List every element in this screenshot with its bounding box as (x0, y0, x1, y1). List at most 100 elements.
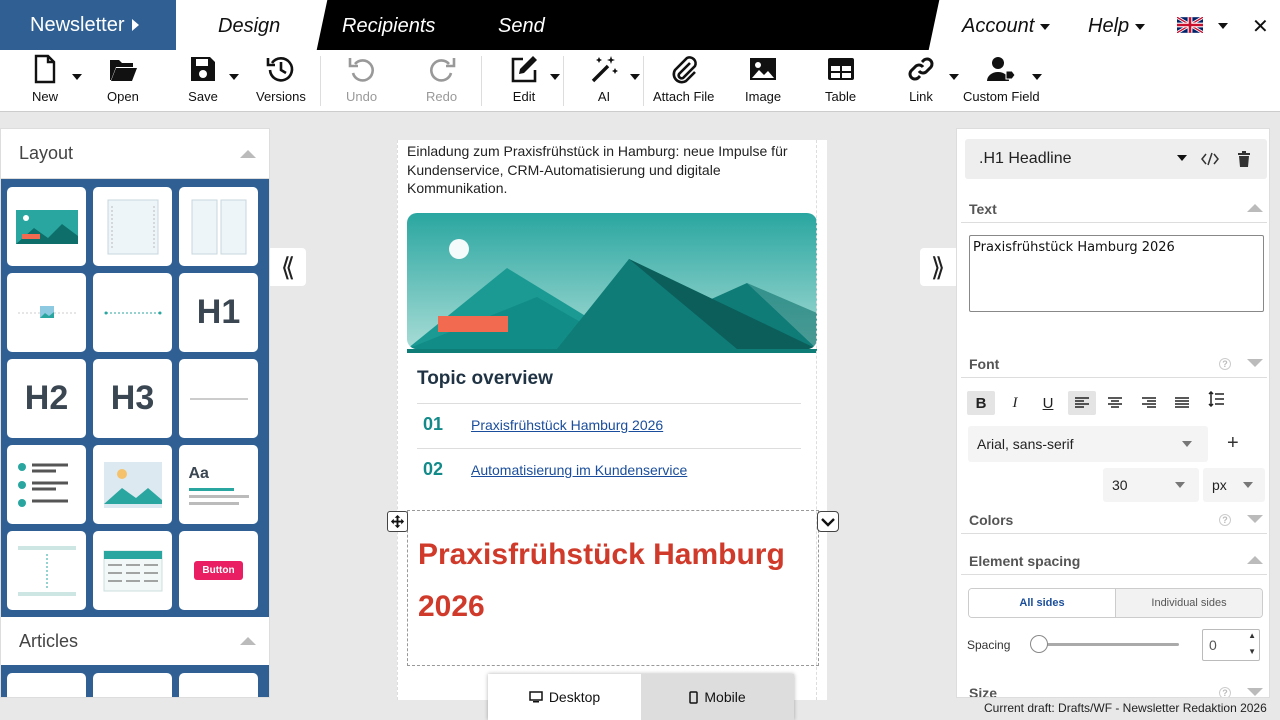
spacing-slider-track[interactable] (1039, 643, 1179, 646)
tab-recipients[interactable]: Recipients (342, 15, 435, 38)
colors-section-header[interactable]: Colors ? (961, 506, 1267, 534)
collapse-up-icon[interactable] (240, 150, 256, 158)
code-icon[interactable] (1201, 152, 1219, 166)
topic-overview-title[interactable]: Topic overview (417, 368, 553, 390)
ai-button[interactable]: AI (589, 54, 619, 104)
edit-caret-icon[interactable] (550, 74, 560, 80)
font-unit-select[interactable]: px (1203, 468, 1265, 502)
intro-text[interactable]: Einladung zum Praxisfrühstück in Hamburg… (407, 142, 807, 198)
block-checklist[interactable] (7, 445, 86, 524)
account-menu[interactable]: Account (962, 15, 1051, 38)
block-h1[interactable]: H1 (179, 273, 258, 352)
block-image[interactable] (7, 273, 86, 352)
headline-text-field[interactable]: Praxisfrühstück Hamburg 2026 (969, 235, 1264, 312)
italic-button[interactable]: I (1001, 391, 1029, 415)
size-section-header[interactable]: Size ? (961, 679, 1267, 697)
font-family-select[interactable]: Arial, sans-serif (968, 426, 1208, 462)
open-button[interactable]: Open (107, 54, 139, 104)
trash-icon[interactable] (1237, 151, 1251, 167)
ai-caret-icon[interactable] (630, 74, 640, 80)
collapse-up-icon[interactable] (1247, 556, 1263, 564)
add-font-icon[interactable]: + (1227, 432, 1239, 455)
increment-icon[interactable]: ▲ (1248, 631, 1256, 640)
element-type-select[interactable]: .H1 Headline (965, 139, 1267, 179)
link-caret-icon[interactable] (949, 74, 959, 80)
blocks-panel: Layout H1 H2 H3 Aa Button Articles (0, 128, 270, 698)
article-tile[interactable] (93, 673, 172, 697)
font-size-select[interactable]: 30 (1103, 468, 1199, 502)
expand-down-icon[interactable] (1247, 688, 1263, 696)
redo-button[interactable]: Redo (426, 54, 457, 104)
hero-image[interactable] (407, 213, 817, 353)
underline-button[interactable]: U (1034, 391, 1062, 415)
help-icon[interactable]: ? (1219, 358, 1231, 370)
layout-section-header[interactable]: Layout (1, 129, 269, 179)
help-icon[interactable]: ? (1219, 514, 1231, 526)
edit-button[interactable]: Edit (509, 54, 539, 104)
collapse-up-icon[interactable] (1247, 204, 1263, 212)
expand-down-icon[interactable] (1247, 359, 1263, 367)
language-caret-icon[interactable] (1218, 23, 1228, 29)
block-table[interactable] (93, 531, 172, 610)
text-section-header[interactable]: Text (961, 195, 1267, 223)
desktop-view-button[interactable]: Desktop (488, 674, 641, 720)
block-h2[interactable]: H2 (7, 359, 86, 438)
custom-field-caret-icon[interactable] (1032, 74, 1042, 80)
articles-section-header[interactable]: Articles (1, 617, 269, 665)
table-button[interactable]: Table (825, 54, 856, 104)
block-options-chevron-icon[interactable] (817, 511, 839, 532)
all-sides-option[interactable]: All sides (969, 589, 1115, 617)
versions-button[interactable]: Versions (256, 54, 306, 104)
move-handle-icon[interactable] (387, 511, 408, 532)
link-button[interactable]: Link (906, 54, 936, 104)
block-two-columns[interactable] (179, 187, 258, 266)
block-horizontal-line[interactable] (179, 359, 258, 438)
attach-file-button[interactable]: Attach File (653, 54, 714, 104)
image-button[interactable]: Image (745, 54, 781, 104)
article-tile[interactable] (7, 673, 86, 697)
block-image-card[interactable] (93, 445, 172, 524)
align-right-button[interactable] (1135, 391, 1163, 415)
h1-headline[interactable]: Praxisfrühstück Hamburg 2026 (418, 529, 798, 633)
mobile-view-button[interactable]: Mobile (641, 674, 794, 720)
expand-down-icon[interactable] (1247, 515, 1263, 523)
decrement-icon[interactable]: ▼ (1248, 647, 1256, 656)
collapse-left-panel-icon[interactable]: ⟪ (270, 248, 306, 286)
new-caret-icon[interactable] (72, 74, 82, 80)
brand-menu[interactable]: Newsletter (0, 0, 176, 50)
block-one-column[interactable] (93, 187, 172, 266)
spacing-section-header[interactable]: Element spacing (961, 547, 1267, 575)
block-image-banner[interactable] (7, 187, 86, 266)
individual-sides-option[interactable]: Individual sides (1115, 589, 1262, 617)
block-spacer[interactable] (7, 531, 86, 610)
custom-field-button[interactable]: Custom Field (963, 54, 1040, 104)
topic-link[interactable]: Praxisfrühstück Hamburg 2026 (471, 417, 663, 433)
save-caret-icon[interactable] (229, 74, 239, 80)
tab-send[interactable]: Send (498, 15, 545, 38)
undo-button[interactable]: Undo (346, 54, 377, 104)
align-center-button[interactable] (1101, 391, 1129, 415)
bold-button[interactable]: B (967, 391, 995, 415)
spacing-input[interactable]: 0 ▲ ▼ (1202, 629, 1260, 661)
uk-flag-icon[interactable] (1177, 17, 1203, 33)
save-button[interactable]: Save (188, 54, 218, 104)
block-button[interactable]: Button (179, 531, 258, 610)
selected-h1-block[interactable]: Praxisfrühstück Hamburg 2026 (407, 510, 819, 666)
spacing-slider-thumb[interactable] (1030, 635, 1048, 653)
collapse-right-panel-icon[interactable]: ⟫ (920, 248, 956, 286)
block-text[interactable]: Aa (179, 445, 258, 524)
line-height-button[interactable] (1202, 387, 1230, 411)
new-button[interactable]: New (30, 54, 60, 104)
help-menu[interactable]: Help (1088, 15, 1146, 38)
close-icon[interactable]: ✕ (1252, 14, 1269, 39)
block-divider-dotted[interactable] (93, 273, 172, 352)
article-tile[interactable] (179, 673, 258, 697)
topic-link[interactable]: Automatisierung im Kundenservice (471, 462, 687, 478)
block-h3[interactable]: H3 (93, 359, 172, 438)
justify-button[interactable] (1168, 391, 1196, 415)
align-left-button[interactable] (1068, 391, 1096, 415)
tab-design[interactable]: Design (218, 15, 280, 38)
collapse-up-icon[interactable] (240, 637, 256, 645)
font-section-header[interactable]: Font ? (961, 350, 1267, 378)
help-icon[interactable]: ? (1219, 687, 1231, 697)
